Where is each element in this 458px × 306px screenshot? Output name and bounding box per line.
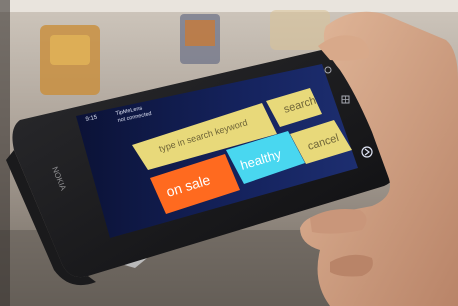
product-package-mid-label	[185, 20, 215, 46]
product-package-left-label	[50, 35, 90, 65]
scene-svg: NOKIA 9:15 TipMeLens not connected type …	[0, 0, 458, 306]
left-edge-shadow	[0, 0, 10, 306]
photo-scene: NOKIA 9:15 TipMeLens not connected type …	[0, 0, 458, 306]
shelf-top-light	[0, 0, 458, 12]
